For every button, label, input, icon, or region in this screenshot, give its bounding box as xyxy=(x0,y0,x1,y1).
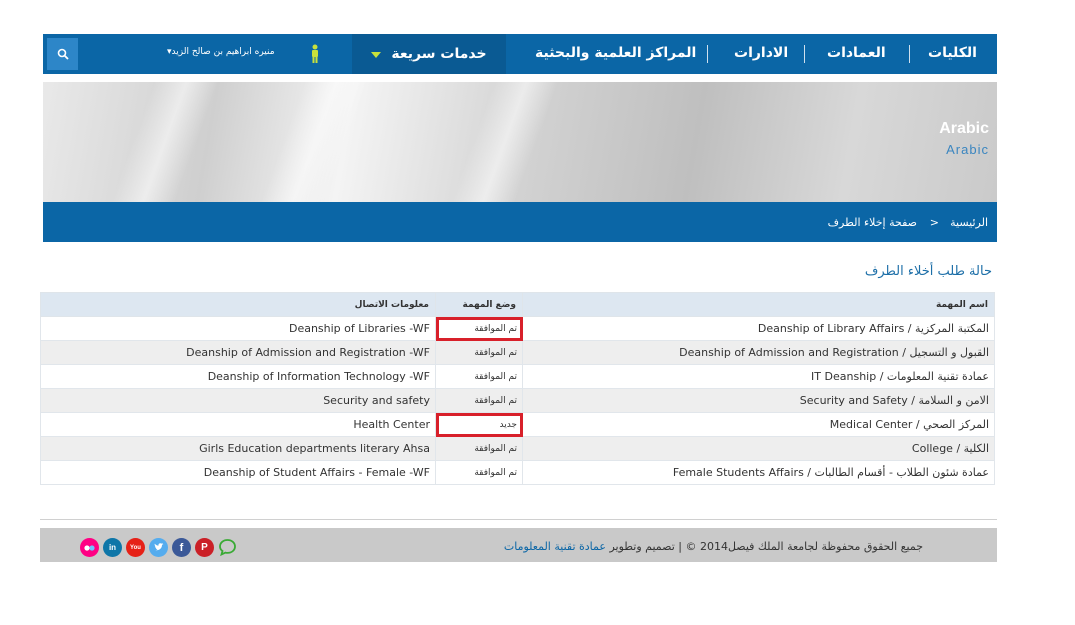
contact-cell: Deanship of Admission and Registration -… xyxy=(40,340,436,365)
chat-icon[interactable] xyxy=(218,538,237,557)
banner-title: Arabic xyxy=(939,120,989,137)
status-cell: تم الموافقة xyxy=(435,316,523,341)
copyright-text: جميع الحقوق محفوظة لجامعة الملك فيصل2014… xyxy=(503,540,923,553)
nav-item-departments[interactable]: الادارات xyxy=(734,45,788,61)
contact-cell: Deanship of Information Technology -WF xyxy=(40,364,436,389)
nav-separator xyxy=(804,45,805,63)
clearance-tasks-table: معلومات الاتصال وضع المهمة اسم المهمة De… xyxy=(40,292,995,485)
nav-item-deanships[interactable]: العمادات xyxy=(827,45,886,61)
footer-divider xyxy=(40,519,997,520)
nav-separator xyxy=(707,45,708,63)
search-button[interactable] xyxy=(47,38,78,70)
contact-cell: Girls Education departments literary Ahs… xyxy=(40,436,436,461)
breadcrumb-separator: > xyxy=(929,216,939,229)
flickr-icon[interactable] xyxy=(80,538,99,557)
task-cell: Medical Center / المركز الصحي xyxy=(522,412,995,437)
header-status: وضع المهمة xyxy=(435,292,523,317)
contact-cell: Health Center xyxy=(40,412,436,437)
footer: in You f P جميع الحقوق محفوظة لجامعة الم… xyxy=(40,528,997,562)
chevron-down-icon xyxy=(371,52,382,58)
breadcrumb-home[interactable]: الرئيسية xyxy=(950,216,988,229)
table-row: Health Center جديد Medical Center / المر… xyxy=(40,412,995,437)
status-cell: جديد xyxy=(435,412,523,437)
table-row: Deanship of Admission and Registration -… xyxy=(40,340,995,365)
status-cell: تم الموافقة xyxy=(435,436,523,461)
task-cell: IT Deanship / عمادة تقنية المعلومات xyxy=(522,364,995,389)
user-menu[interactable]: منيره ابراهيم بن صالح الزيد▾ xyxy=(167,47,275,57)
quick-services-menu[interactable]: خدمات سريعة xyxy=(352,34,506,74)
status-cell: تم الموافقة xyxy=(435,364,523,389)
task-cell: Deanship of Admission and Registration /… xyxy=(522,340,995,365)
facebook-icon[interactable]: f xyxy=(172,538,191,557)
header-contact: معلومات الاتصال xyxy=(40,292,436,317)
breadcrumb: الرئيسية > صفحة إخلاء الطرف xyxy=(43,202,997,242)
table-row: Security and safety تم الموافقة Security… xyxy=(40,388,995,413)
it-deanship-link[interactable]: عمادة تقنية المعلومات xyxy=(504,540,606,553)
nav-item-colleges[interactable]: الكليات xyxy=(928,45,977,61)
status-cell: تم الموافقة xyxy=(435,460,523,485)
page-banner: Arabic Arabic xyxy=(43,82,997,202)
breadcrumb-current: صفحة إخلاء الطرف xyxy=(827,216,917,229)
task-cell: Deanship of Library Affairs / المكتبة ال… xyxy=(522,316,995,341)
status-cell: تم الموافقة xyxy=(435,388,523,413)
nav-separator xyxy=(909,45,910,63)
youtube-icon[interactable]: You xyxy=(126,538,145,557)
task-cell: Security and Safety / الامن و السلامة xyxy=(522,388,995,413)
table-row: Deanship of Student Affairs - Female -WF… xyxy=(40,460,995,485)
contact-cell: Deanship of Libraries -WF xyxy=(40,316,436,341)
table-row: Girls Education departments literary Ahs… xyxy=(40,436,995,461)
pinterest-icon[interactable]: P xyxy=(195,538,214,557)
table-row: Deanship of Libraries -WF تم الموافقة De… xyxy=(40,316,995,341)
top-nav: منيره ابراهيم بن صالح الزيد▾ خدمات سريعة… xyxy=(43,34,997,74)
table-header-row: معلومات الاتصال وضع المهمة اسم المهمة xyxy=(40,292,995,317)
header-task: اسم المهمة xyxy=(522,292,995,317)
task-cell: College / الكلية xyxy=(522,436,995,461)
task-cell: Female Students Affairs / عمادة شئون الط… xyxy=(522,460,995,485)
twitter-icon[interactable] xyxy=(149,538,168,557)
quick-services-label: خدمات سريعة xyxy=(391,46,487,62)
banner-subtitle: Arabic xyxy=(946,142,989,157)
page-title: حالة طلب أخلاء الطرف xyxy=(864,264,992,279)
contact-cell: Security and safety xyxy=(40,388,436,413)
search-icon xyxy=(57,48,69,60)
social-links: in You f P xyxy=(80,538,237,557)
status-cell: تم الموافقة xyxy=(435,340,523,365)
user-name: منيره ابراهيم بن صالح الزيد xyxy=(171,47,275,57)
person-icon xyxy=(312,44,318,63)
linkedin-icon[interactable]: in xyxy=(103,538,122,557)
contact-cell: Deanship of Student Affairs - Female -WF xyxy=(40,460,436,485)
table-row: Deanship of Information Technology -WF ت… xyxy=(40,364,995,389)
nav-item-research-centers[interactable]: المراكز العلمية والبحثية xyxy=(535,45,696,61)
